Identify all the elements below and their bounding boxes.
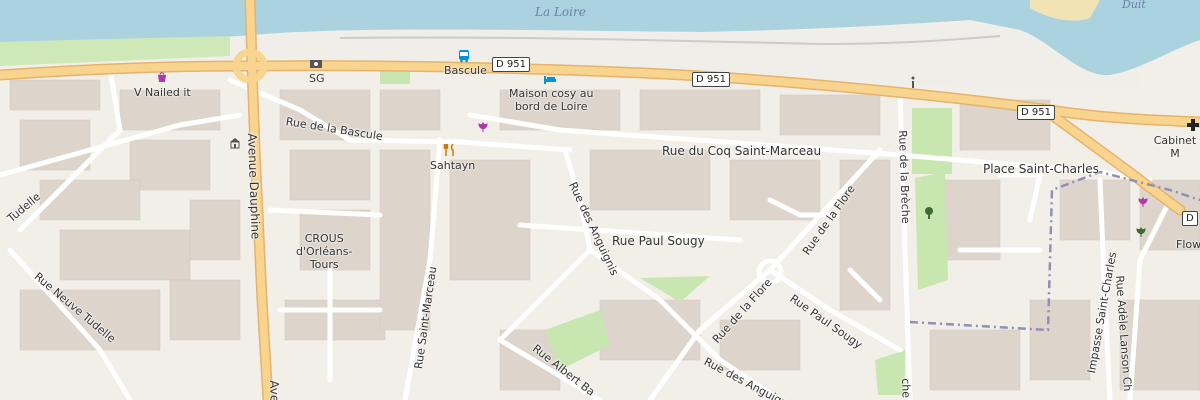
- poi-label-bascule[interactable]: Bascule: [444, 64, 487, 77]
- river-label-loire: La Loire: [535, 5, 586, 19]
- street-label-rue-paul-sougy: Rue Paul Sougy: [612, 234, 705, 248]
- info-icon[interactable]: [906, 75, 920, 89]
- florist-icon[interactable]: [1136, 195, 1150, 209]
- poi-label-sg[interactable]: SG: [309, 72, 325, 85]
- street-label-rue-de-la-breche-b: che: [899, 378, 913, 399]
- restaurant-icon[interactable]: [443, 143, 457, 157]
- hotel-icon[interactable]: [543, 72, 557, 86]
- street-label-coq-saint-marceau: Rue du Coq Saint-Marceau: [662, 144, 822, 158]
- shopping-bag-icon[interactable]: [155, 70, 169, 84]
- pharmacy-cross-icon[interactable]: [1186, 118, 1200, 132]
- road-shield-d951: D 951: [692, 72, 730, 87]
- street-label-avenue-dauphine-b: Ave: [267, 379, 282, 400]
- street-label-avenue-dauphine: Avenue Dauphine: [245, 132, 263, 240]
- road-shield-d: D: [1182, 211, 1198, 226]
- tree-icon: [925, 207, 933, 219]
- bus-stop-icon[interactable]: [457, 49, 471, 63]
- river-label-duit: Duit: [1122, 0, 1146, 11]
- florist-icon[interactable]: [476, 120, 490, 134]
- poi-label-crous[interactable]: CROUS d'Orléans- Tours: [296, 232, 352, 271]
- poi-label-flow[interactable]: Flow: [1176, 238, 1200, 251]
- map-view[interactable]: La Loire Duit D 951 D 951 D 951 D Rue de…: [0, 0, 1200, 400]
- map-base-layer: [0, 0, 1200, 400]
- road-shield-d951: D 951: [1017, 105, 1055, 120]
- street-label-place-saint-charles: Place Saint-Charles: [983, 162, 1099, 176]
- poi-label-sahtayn[interactable]: Sahtayn: [430, 159, 475, 172]
- florist-icon[interactable]: [1134, 225, 1148, 239]
- road-shield-d951: D 951: [492, 57, 530, 72]
- townhall-icon[interactable]: [228, 136, 242, 150]
- poi-label-v-nailed[interactable]: V Nailed it: [134, 86, 191, 99]
- poi-label-maison-cosy[interactable]: Maison cosy au bord de Loire: [509, 87, 593, 113]
- poi-label-cabinet[interactable]: Cabinet M: [1150, 134, 1200, 160]
- atm-icon[interactable]: [309, 57, 323, 71]
